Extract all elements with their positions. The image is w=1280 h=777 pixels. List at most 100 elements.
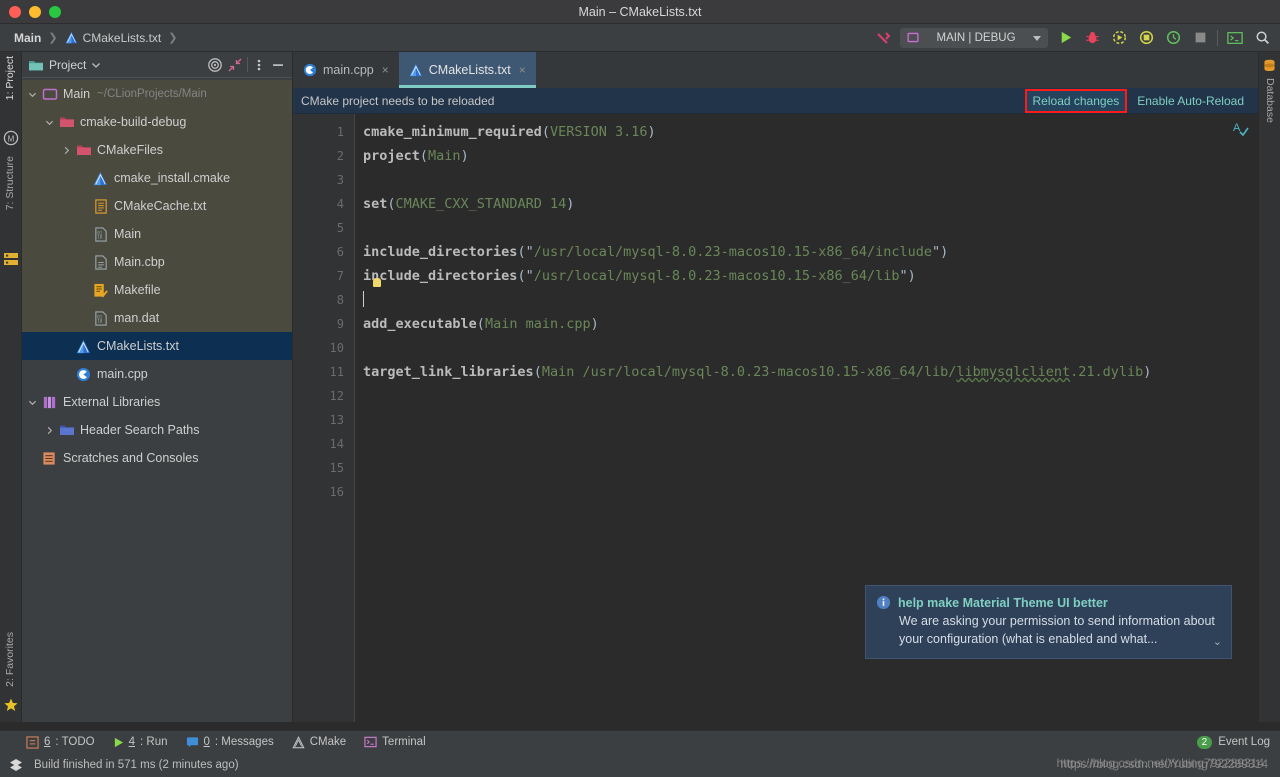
code-line[interactable] [363,432,1258,456]
enable-auto-reload-link[interactable]: Enable Auto-Reload [1131,91,1250,111]
tree-item-cmakecache-txt[interactable]: CMakeCache.txt [22,192,292,220]
tree-item-main[interactable]: Main~/CLionProjects/Main [22,80,292,108]
run-icon[interactable] [1055,28,1075,48]
tree-item-cmakelists-txt[interactable]: CMakeLists.txt [22,332,292,360]
editor-tab-cmakelists[interactable]: CMakeLists.txt × [399,52,536,88]
tree-item-main[interactable]: 0110Main [22,220,292,248]
tree-item-scratches-and-consoles[interactable]: Scratches and Consoles [22,444,292,472]
code-token: ) [940,244,948,260]
svg-text:M: M [8,135,15,144]
breadcrumb-project[interactable]: Main [14,31,41,45]
tree-item-man-dat[interactable]: 0110man.dat [22,304,292,332]
run-with-coverage-icon[interactable] [1109,28,1129,48]
code-line[interactable] [363,480,1258,504]
star-icon[interactable] [3,697,19,713]
code-token: ) [591,316,599,332]
chevron-right-icon[interactable] [62,146,75,155]
run-configuration-selector[interactable]: MAIN | DEBUG [900,28,1048,48]
code-line[interactable] [363,384,1258,408]
profile-icon[interactable] [1136,28,1156,48]
minimize-window-button[interactable] [29,6,41,18]
spellcheck-ok-icon[interactable]: A [1232,120,1250,138]
tool-window-event-log-label[interactable]: Event Log [1218,736,1270,748]
line-number: 12 [293,384,354,408]
options-icon[interactable] [252,57,266,73]
module-icon[interactable]: M [3,130,19,146]
cmake-reload-notification: CMake project needs to be reloaded Reloa… [293,88,1258,114]
line-number: 11 [293,360,354,384]
chevron-down-icon[interactable] [28,398,41,407]
build-icon [8,757,24,773]
balloon-body: We are asking your permission to send in… [899,612,1221,648]
tree-item-label: External Libraries [63,395,160,409]
code-line[interactable] [363,168,1258,192]
project-panel-header: Project [22,52,292,78]
close-window-button[interactable] [9,6,21,18]
breadcrumb-file[interactable]: CMakeLists.txt [65,31,162,45]
code-line[interactable]: cmake_minimum_required(VERSION 3.16) [363,120,1258,144]
sidebar-item-project[interactable]: 1: Project [0,56,21,100]
hammer-build-icon[interactable] [873,28,893,48]
collapse-all-icon[interactable] [227,57,243,73]
stop-icon[interactable] [1190,28,1210,48]
line-number: 5 [293,216,354,240]
line-number: 3 [293,168,354,192]
close-icon[interactable]: × [519,63,526,77]
tree-item-external-libraries[interactable]: External Libraries [22,388,292,416]
tree-item-main-cbp[interactable]: Main.cbp [22,248,292,276]
code-line[interactable] [363,216,1258,240]
todo-icon [26,736,39,749]
code-line[interactable] [363,456,1258,480]
editor-tab-main-cpp[interactable]: main.cpp × [293,52,399,88]
code-line[interactable] [363,408,1258,432]
database-icon[interactable] [1262,58,1278,74]
tool-window-run[interactable]: 4 : Run [113,736,168,748]
debug-icon[interactable] [1082,28,1102,48]
tree-item-cmakefiles[interactable]: CMakeFiles [22,136,292,164]
code-line[interactable]: include_directories("/usr/local/mysql-8.… [363,240,1258,264]
chevron-right-icon[interactable] [45,426,58,435]
tree-item-makefile[interactable]: Makefile [22,276,292,304]
tree-item-label: CMakeFiles [97,143,163,157]
code-line[interactable]: target_link_libraries(Main /usr/local/my… [363,360,1258,384]
reload-changes-link[interactable]: Reload changes [1025,89,1128,113]
structure-list-icon[interactable] [3,252,19,268]
libraries-icon [42,395,57,410]
tree-item-cmake-install-cmake[interactable]: cmake_install.cmake [22,164,292,192]
terminal-icon [364,736,377,748]
chevron-down-icon[interactable] [45,118,58,127]
tree-item-cmake-build-debug[interactable]: cmake-build-debug [22,108,292,136]
code-line[interactable]: include_directories("/usr/local/mysql-8.… [363,264,1258,288]
locate-icon[interactable] [207,57,223,73]
attach-icon[interactable] [1163,28,1183,48]
chevron-down-icon[interactable] [28,90,41,99]
sidebar-item-database[interactable]: Database [1259,78,1280,123]
hide-panel-icon[interactable] [270,57,286,73]
tool-window-cmake[interactable]: CMake [292,736,346,749]
terminal-icon[interactable] [1225,28,1245,48]
tool-window-messages[interactable]: 0 : Messages [186,736,274,748]
zoom-window-button[interactable] [49,6,61,18]
tree-item-header-search-paths[interactable]: Header Search Paths [22,416,292,444]
tool-window-todo[interactable]: 6 : TODO [26,736,95,749]
code-line[interactable]: add_executable(Main main.cpp) [363,312,1258,336]
material-theme-notification-balloon[interactable]: help make Material Theme UI better We ar… [865,585,1232,659]
sidebar-item-favorites[interactable]: 2: Favorites [0,632,21,687]
folder-blue-icon [59,423,75,437]
intention-bulb-icon[interactable] [373,278,381,287]
cmake-icon [65,31,78,44]
tree-item-main-cpp[interactable]: main.cpp [22,360,292,388]
code-line[interactable]: set(CMAKE_CXX_STANDARD 14) [363,192,1258,216]
sidebar-item-structure[interactable]: 7: Structure [0,156,21,210]
project-tree[interactable]: Main~/CLionProjects/Maincmake-build-debu… [22,78,292,722]
code-token: " [932,244,940,260]
chevron-down-icon[interactable]: ⌄ [1213,635,1222,648]
chevron-down-icon[interactable] [91,61,101,69]
search-everywhere-icon[interactable] [1252,28,1272,48]
dropdown-arrow-icon[interactable] [1032,34,1042,42]
code-line[interactable] [363,336,1258,360]
tool-window-terminal[interactable]: Terminal [364,736,425,748]
code-line[interactable] [363,288,1258,312]
close-icon[interactable]: × [382,63,389,77]
code-line[interactable]: project(Main) [363,144,1258,168]
